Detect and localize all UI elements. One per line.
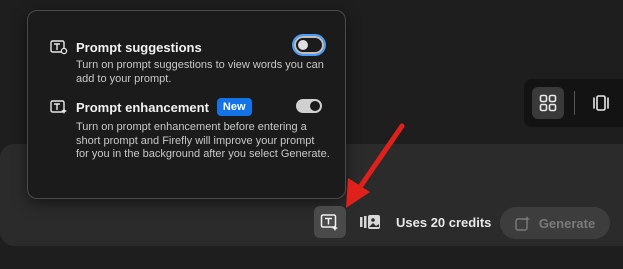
prompt-enhancement-row: Prompt enhancement New Turn on prompt en… (50, 95, 330, 162)
carousel-icon (593, 95, 609, 111)
prompt-settings-popover: Prompt suggestions Turn on prompt sugges… (27, 10, 346, 199)
generate-label: Generate (538, 215, 596, 231)
prompt-enhancement-description: Turn on prompt enhancement before enteri… (76, 121, 330, 160)
single-view-button[interactable] (585, 87, 617, 119)
text-enhance-icon (50, 99, 68, 115)
text-suggestion-icon (50, 39, 68, 55)
prompt-suggestions-description: Turn on prompt suggestions to view words… (76, 59, 324, 85)
prompt-suggestions-title: Prompt suggestions (76, 39, 202, 55)
credits-icon (358, 212, 382, 232)
app-canvas: Prompt suggestions Turn on prompt sugges… (0, 0, 623, 269)
prompt-suggestions-toggle[interactable] (294, 36, 324, 54)
credits-label: Uses 20 credits (396, 215, 492, 230)
text-settings-icon (320, 214, 338, 231)
generate-button[interactable]: Generate (500, 207, 610, 239)
prompt-suggestions-row: Prompt suggestions Turn on prompt sugges… (50, 37, 330, 86)
grid-view-button[interactable] (532, 87, 564, 119)
new-badge: New (216, 98, 252, 116)
grid-icon (539, 94, 557, 112)
prompt-settings-button[interactable] (314, 206, 346, 238)
generate-icon (515, 216, 530, 231)
prompt-enhancement-title: Prompt enhancement (76, 99, 209, 115)
view-switcher (524, 79, 623, 127)
view-switcher-divider (574, 91, 575, 115)
prompt-enhancement-toggle[interactable] (296, 99, 322, 113)
annotation-arrow-icon (346, 123, 405, 208)
